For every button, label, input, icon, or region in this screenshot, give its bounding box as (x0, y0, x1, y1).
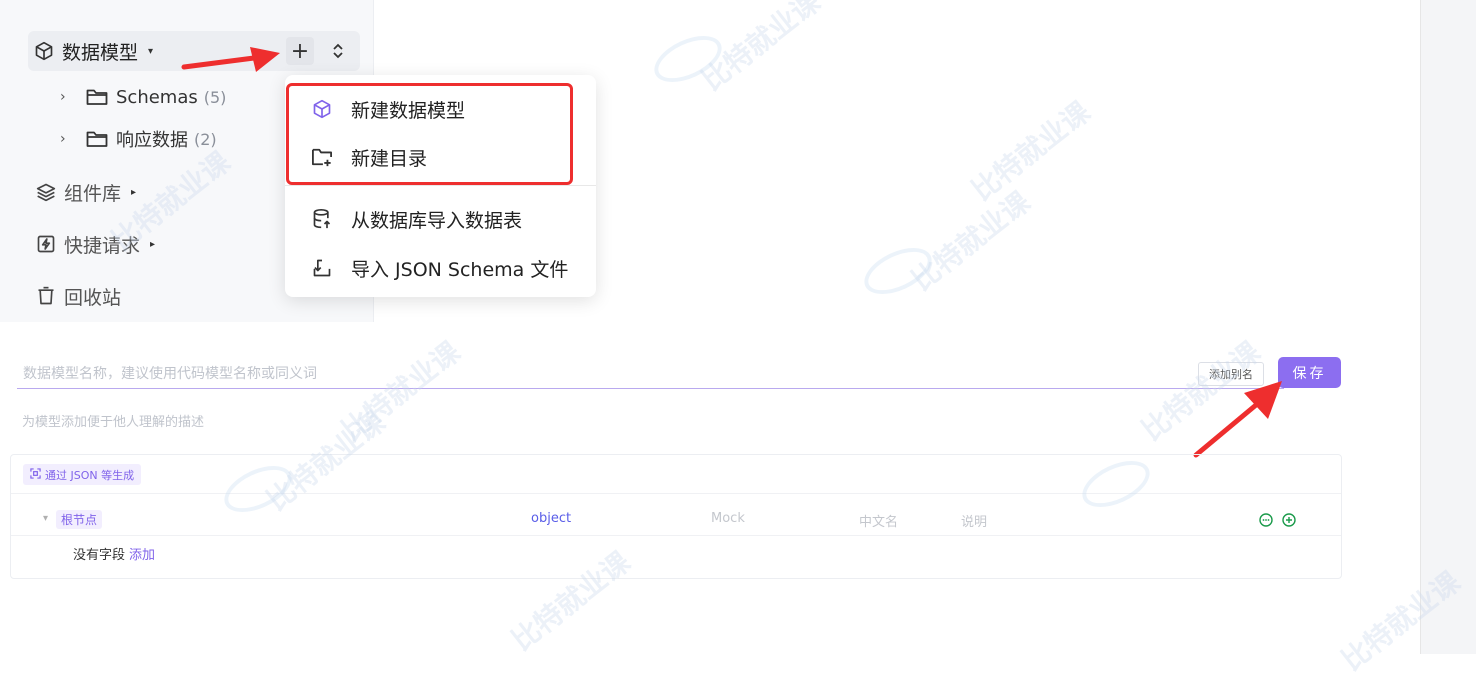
root-node-tag: 根节点 (56, 510, 103, 529)
cube-icon (34, 41, 54, 61)
add-button[interactable]: + (286, 37, 314, 65)
generate-label: 通过 JSON 等生成 (45, 468, 135, 482)
layers-icon (36, 182, 56, 202)
database-import-icon (309, 208, 335, 230)
sidebar-item-label: 组件库 (64, 182, 122, 205)
watermark: 比特就业课 (695, 0, 827, 98)
caret-down-icon[interactable]: ▾ (148, 46, 153, 57)
annotation-arrow-icon (181, 47, 280, 72)
note-input[interactable]: 说明 (961, 511, 987, 530)
sidebar-item-components[interactable]: 组件库 ▸ (36, 178, 136, 206)
mock-input[interactable]: Mock (711, 511, 745, 526)
type-selector[interactable]: object (531, 511, 571, 526)
watermark-logo (647, 26, 729, 92)
add-circle-icon[interactable] (1281, 512, 1297, 528)
menu-item-import-json-schema[interactable]: 导入 JSON Schema 文件 (285, 245, 596, 291)
sort-button[interactable] (324, 37, 352, 65)
annotation-arrow-icon (1193, 381, 1282, 458)
empty-text: 没有字段 (73, 548, 126, 563)
highlight-box (286, 83, 573, 185)
menu-divider (285, 185, 596, 186)
generate-from-json-button[interactable]: 通过 JSON 等生成 (23, 464, 142, 485)
trash-icon (36, 286, 56, 306)
tree-item-label: Schemas (116, 86, 198, 108)
tree-item-count: (5) (203, 87, 227, 107)
folder-icon (86, 88, 108, 106)
scan-icon (30, 467, 41, 482)
right-gutter (1420, 0, 1476, 654)
menu-item-label: 从数据库导入数据表 (351, 209, 523, 232)
empty-fields-row: 没有字段 添加 (73, 544, 155, 563)
schema-root-row: ▾ 根节点 object Mock 中文名 说明 (11, 507, 1341, 533)
tree-item-count: (2) (194, 129, 217, 149)
add-field-link[interactable]: 添加 (129, 548, 155, 563)
watermark: 比特就业课 (965, 95, 1097, 208)
menu-item-label: 导入 JSON Schema 文件 (351, 258, 569, 281)
sidebar-item-recycle-bin[interactable]: 回收站 (36, 282, 121, 310)
caret-down-icon[interactable]: ▾ (43, 513, 48, 524)
divider (11, 493, 1341, 494)
description-input[interactable]: 为模型添加便于他人理解的描述 (22, 411, 204, 430)
caret-right-icon: ▸ (150, 238, 156, 250)
model-name-input[interactable] (17, 360, 1284, 389)
watermark: 比特就业课 (335, 335, 467, 448)
watermark-logo (857, 238, 939, 304)
tree-root-label: 数据模型 (62, 41, 139, 64)
import-icon (309, 258, 335, 278)
menu-item-import-db-table[interactable]: 从数据库导入数据表 (285, 196, 596, 242)
chevron-right-icon[interactable]: › (60, 89, 74, 105)
tree-item-response-data[interactable]: › 响应数据 (2) (60, 126, 217, 152)
sidebar-item-label: 快捷请求 (64, 234, 141, 257)
schema-editor: 通过 JSON 等生成 ▾ 根节点 object Mock 中文名 说明 没有字… (10, 454, 1342, 579)
chinese-name-input[interactable]: 中文名 (859, 511, 898, 530)
sidebar-item-label: 回收站 (64, 286, 122, 309)
lightning-box-icon (36, 234, 56, 254)
tree-item-schemas[interactable]: › Schemas (5) (60, 84, 226, 110)
sidebar-item-quick-request[interactable]: 快捷请求 ▸ (36, 230, 155, 258)
chevron-right-icon[interactable]: › (60, 131, 74, 147)
watermark: 比特就业课 (905, 185, 1037, 298)
tree-item-label: 响应数据 (116, 130, 188, 151)
folder-icon (86, 130, 108, 148)
divider (11, 535, 1341, 536)
caret-right-icon: ▸ (131, 186, 137, 198)
more-circle-icon[interactable] (1258, 512, 1274, 528)
